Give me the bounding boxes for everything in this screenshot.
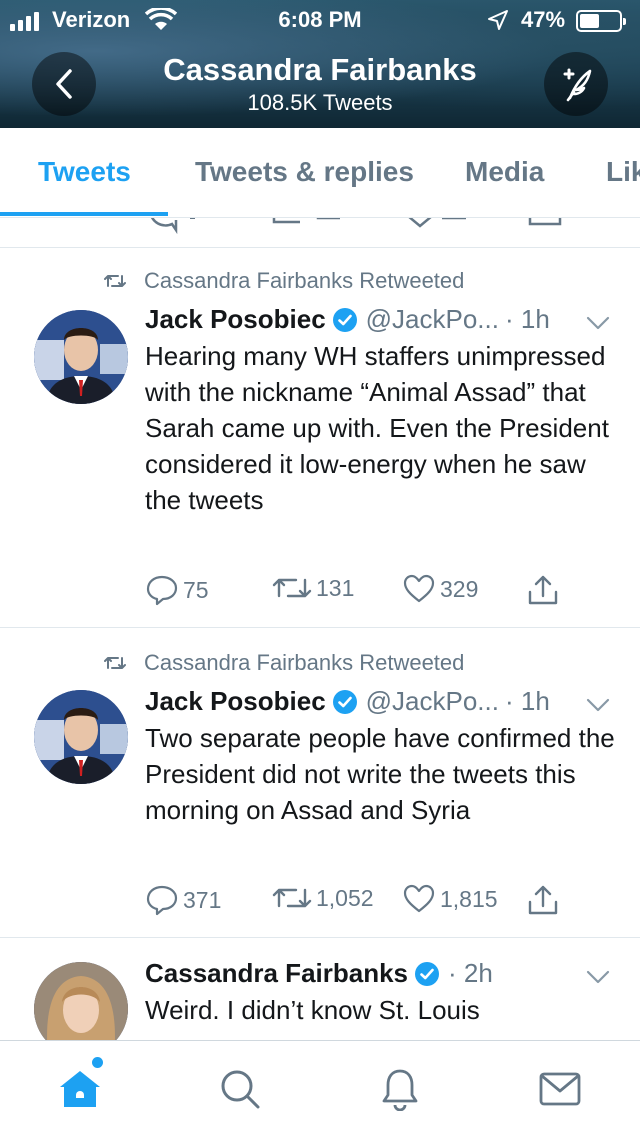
home-notification-dot <box>92 1057 103 1068</box>
search-icon[interactable] <box>218 1067 262 1111</box>
avatar[interactable] <box>34 310 128 404</box>
tweet-count: 108.5K Tweets <box>247 90 393 115</box>
chevron-down-icon[interactable] <box>586 316 610 330</box>
tweet[interactable]: Cassandra Fairbanks Retweeted Jack Posob… <box>0 630 640 938</box>
home-icon[interactable] <box>58 1069 102 1109</box>
tweet-text: Hearing many WH staffers unimpressed wit… <box>145 341 609 515</box>
profile-header: Verizon 6:08 PM 47% Cassandra Fairbanks … <box>0 0 640 128</box>
verified-badge-icon <box>332 307 357 332</box>
avatar-image <box>34 962 128 1040</box>
battery-percent: 47% <box>521 7 566 32</box>
retweet-context: Cassandra Fairbanks Retweeted <box>104 268 464 294</box>
author-name[interactable]: Jack Posobiec <box>145 686 326 717</box>
retweet-count: 1,052 <box>316 884 374 911</box>
tweet-author-line: Jack Posobiec @JackPo... · 1h <box>145 304 550 335</box>
reply-count: 75 <box>183 576 209 603</box>
retweet-icon <box>272 888 312 908</box>
reply-button[interactable]: 75 <box>145 574 209 606</box>
share-icon <box>528 575 558 605</box>
chevron-down-icon[interactable] <box>586 970 610 984</box>
like-count: 329 <box>440 575 479 602</box>
tweet-actions: 371 1,052 1,815 <box>145 884 615 918</box>
bottom-tab-bar <box>0 1040 640 1136</box>
tab-tweets[interactable]: Tweets <box>38 156 131 188</box>
like-count: 1,815 <box>440 885 498 912</box>
tweet-time: · 1h <box>504 686 550 716</box>
share-button[interactable] <box>527 574 563 606</box>
like-button[interactable]: 1,815 <box>402 884 498 914</box>
author-handle[interactable]: @JackPo... <box>366 304 499 335</box>
location-arrow-icon <box>488 10 508 30</box>
retweet-icon <box>272 578 312 598</box>
tweet-time: · 2h <box>448 958 493 988</box>
share-button[interactable] <box>527 884 563 916</box>
retweet-label: Cassandra Fairbanks Retweeted <box>144 268 465 293</box>
avatar[interactable] <box>34 962 128 1040</box>
retweet-button[interactable]: 1,052 <box>272 884 374 912</box>
reply-button[interactable]: 371 <box>145 884 221 916</box>
tweet-text: Weird. I didn’t know St. Louis <box>145 995 480 1025</box>
tab-tweets-and-replies[interactable]: Tweets & replies <box>195 156 414 188</box>
cut-action-icons <box>151 218 562 235</box>
heart-icon <box>403 884 435 913</box>
author-handle[interactable]: @JackPo... <box>366 686 499 717</box>
retweet-context: Cassandra Fairbanks Retweeted <box>104 650 464 676</box>
author-name[interactable]: Jack Posobiec <box>145 304 326 335</box>
retweet-label: Cassandra Fairbanks Retweeted <box>144 650 465 675</box>
tweet-author-line: Cassandra Fairbanks · 2h <box>145 958 493 989</box>
author-name[interactable]: Cassandra Fairbanks <box>145 958 408 989</box>
avatar-image <box>34 690 128 784</box>
verified-badge-icon <box>332 689 357 714</box>
tab-likes[interactable]: Lik <box>606 156 640 188</box>
verified-badge-icon <box>415 961 440 986</box>
tweet-actions: 75 131 329 <box>145 574 615 608</box>
retweet-icon <box>104 275 126 287</box>
like-button[interactable]: 329 <box>402 574 478 604</box>
compose-feather-icon <box>563 68 592 102</box>
bell-icon[interactable] <box>380 1067 420 1111</box>
retweet-button[interactable]: 131 <box>272 574 354 602</box>
retweet-icon <box>104 657 126 669</box>
tweet-time: · 1h <box>504 304 550 334</box>
heart-icon <box>403 574 435 603</box>
avatar-image <box>34 310 128 404</box>
previous-tweet-actions <box>0 218 640 248</box>
avatar[interactable] <box>34 690 128 784</box>
reply-count: 371 <box>183 886 222 913</box>
retweet-count: 131 <box>316 574 355 601</box>
tab-media[interactable]: Media <box>465 156 544 188</box>
battery-icon <box>576 10 626 32</box>
tweet[interactable]: Cassandra Fairbanks Retweeted Jack Posob… <box>0 248 640 628</box>
share-icon <box>528 885 558 915</box>
compose-tweet-button[interactable] <box>544 52 608 116</box>
tweet[interactable]: Cassandra Fairbanks · 2h Weird. I didn’t… <box>0 940 640 1040</box>
reply-icon <box>146 885 178 916</box>
tweet-author-line: Jack Posobiec @JackPo... · 1h <box>145 686 550 717</box>
chevron-down-icon[interactable] <box>586 698 610 712</box>
reply-icon <box>146 575 178 606</box>
status-bar: Verizon 6:08 PM 47% <box>0 0 640 40</box>
profile-tabs: Tweets Tweets & replies Media Lik <box>0 128 640 218</box>
mail-icon[interactable] <box>538 1071 582 1107</box>
tweet-text: Two separate people have confirmed the P… <box>145 723 615 825</box>
active-tab-indicator <box>0 212 168 216</box>
